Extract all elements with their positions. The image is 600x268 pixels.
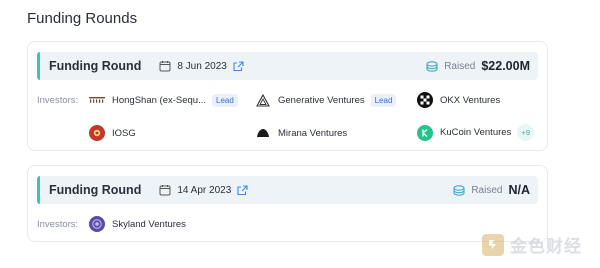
investors-label: Investors:: [37, 95, 79, 106]
investor-name: OKX Ventures: [440, 94, 501, 106]
funding-round-card: Funding Round 8 Jun 2023 Raised $22.00M …: [27, 41, 548, 151]
investor-name: IOSG: [112, 127, 136, 139]
lead-badge: Lead: [370, 93, 397, 107]
funding-round-header: Funding Round 14 Apr 2023 Raised N/A: [37, 176, 538, 204]
raised-value: $22.00M: [481, 59, 530, 73]
investor-item[interactable]: HongShan (ex-Sequ... Lead: [89, 92, 238, 108]
accent-bar: [37, 52, 40, 80]
raised-label: Raised: [444, 60, 476, 72]
watermark-text: 金色财经: [510, 237, 582, 256]
investor-item[interactable]: Generative Ventures Lead: [255, 92, 397, 108]
investor-name: KuCoin Ventures: [440, 127, 512, 138]
mirana-logo-icon: [255, 125, 271, 141]
coins-icon: [425, 59, 439, 73]
kucoin-logo-icon: [417, 124, 433, 141]
round-date: 8 Jun 2023: [177, 60, 227, 72]
calendar-icon: [159, 60, 171, 72]
investor-item[interactable]: Skyland Ventures: [89, 216, 186, 232]
investor-name: Skyland Ventures: [112, 218, 186, 230]
investor-item[interactable]: KuCoin Ventures +9: [417, 124, 535, 141]
raised-group: Raised $22.00M: [425, 59, 530, 73]
raised-value: N/A: [508, 183, 530, 197]
hongshan-logo-icon: [89, 92, 105, 108]
investor-name: HongShan (ex-Sequ...: [112, 94, 207, 106]
raised-label: Raised: [471, 184, 503, 196]
investor-item[interactable]: IOSG: [89, 125, 136, 141]
investor-item[interactable]: Mirana Ventures: [255, 125, 347, 141]
skyland-logo-icon: [89, 216, 105, 232]
round-label: Funding Round: [49, 183, 142, 197]
external-link-icon[interactable]: [233, 60, 244, 72]
lead-badge: Lead: [212, 93, 238, 107]
accent-bar: [37, 176, 40, 204]
investor-name: Mirana Ventures: [278, 127, 348, 139]
calendar-icon: [159, 184, 171, 196]
round-label: Funding Round: [49, 59, 142, 73]
okx-logo-icon: [417, 92, 433, 108]
iosg-logo-icon: [89, 125, 105, 141]
funding-round-card: Funding Round 14 Apr 2023 Raised N/A Inv…: [27, 165, 548, 242]
more-investors-badge[interactable]: +9: [517, 124, 535, 141]
round-date: 14 Apr 2023: [177, 184, 232, 196]
jinse-logo-icon: [482, 233, 504, 256]
raised-group: Raised N/A: [452, 183, 530, 197]
external-link-icon[interactable]: [237, 184, 248, 196]
watermark: 金色财经: [482, 232, 582, 257]
generative-ventures-logo-icon: [255, 92, 271, 108]
coins-icon: [452, 183, 466, 197]
funding-round-header: Funding Round 8 Jun 2023 Raised $22.00M: [37, 52, 538, 80]
investors-label: Investors:: [37, 219, 79, 230]
investor-name: Generative Ventures: [278, 94, 365, 106]
section-title: Funding Rounds: [27, 10, 138, 27]
investor-item[interactable]: OKX Ventures: [417, 92, 500, 108]
